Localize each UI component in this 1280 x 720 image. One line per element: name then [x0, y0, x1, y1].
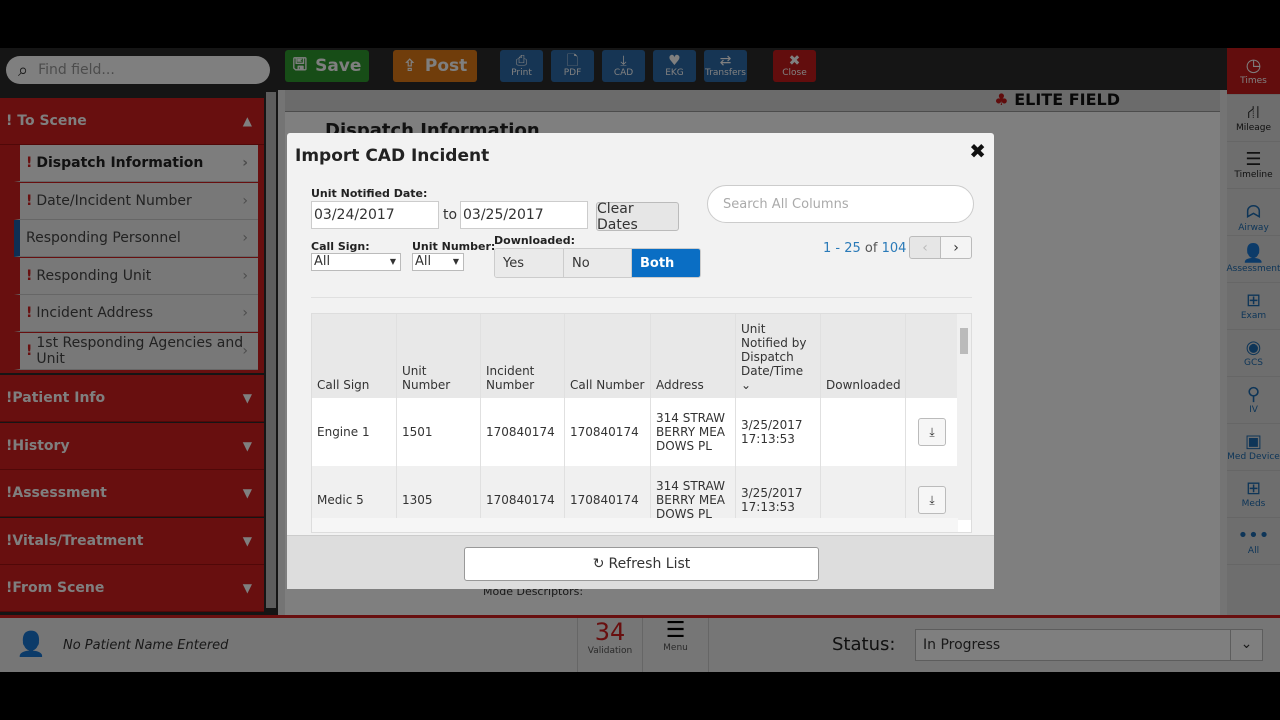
search-all-columns-input[interactable]: Search All Columns — [707, 185, 974, 223]
downloaded-yes[interactable]: Yes — [495, 249, 564, 277]
col-notified-datetime[interactable]: Unit Notified by Dispatch Date/Time ⌄ — [736, 314, 821, 398]
call-sign-label: Call Sign: — [311, 240, 370, 253]
col-incident-number[interactable]: Incident Number — [481, 314, 565, 398]
col-call-number[interactable]: Call Number — [565, 314, 651, 398]
sort-desc-icon: ⌄ — [741, 378, 752, 392]
download-row-button[interactable]: ⤓ — [918, 418, 946, 446]
cad-incident-table: Call Sign Unit Number Incident Number Ca… — [311, 313, 972, 533]
modal-title: Import CAD Incident — [295, 146, 490, 166]
col-address[interactable]: Address — [651, 314, 736, 398]
clear-dates-button[interactable]: Clear Dates — [596, 201, 679, 233]
col-downloaded[interactable]: Downloaded — [821, 314, 906, 398]
date-label: Unit Notified Date: — [311, 187, 428, 200]
table-row[interactable]: Engine 1 1501 170840174 170840174 314 ST… — [312, 398, 958, 466]
modal-close-icon[interactable]: ✖ — [969, 139, 986, 163]
downloaded-toggle: Yes No Both — [494, 248, 701, 278]
unit-number-select[interactable]: All ▼ — [412, 253, 464, 271]
table-vertical-scrollbar[interactable] — [957, 314, 971, 520]
downloaded-no[interactable]: No — [564, 249, 632, 277]
call-sign-select[interactable]: All ▼ — [311, 253, 401, 271]
prev-page-button[interactable]: ‹ — [909, 236, 941, 259]
table-header: Call Sign Unit Number Incident Number Ca… — [312, 314, 958, 398]
pagination-summary: 1 - 25 of 104 — [823, 241, 907, 256]
col-unit-number[interactable]: Unit Number — [397, 314, 481, 398]
refresh-list-button[interactable]: ↻ Refresh List — [464, 547, 819, 581]
unit-number-label: Unit Number: — [412, 240, 496, 253]
downloaded-label: Downloaded: — [494, 234, 576, 247]
refresh-icon: ↻ — [592, 556, 605, 572]
import-cad-modal: Import CAD Incident ✖ Unit Notified Date… — [287, 133, 994, 589]
downloaded-both[interactable]: Both — [632, 249, 700, 277]
col-call-sign[interactable]: Call Sign — [312, 314, 397, 398]
to-label: to — [443, 207, 458, 223]
next-page-button[interactable]: › — [940, 236, 972, 259]
date-from-input[interactable]: 03/24/2017 — [311, 201, 439, 229]
table-horizontal-scrollbar[interactable] — [312, 518, 958, 532]
date-to-input[interactable]: 03/25/2017 — [460, 201, 588, 229]
download-row-button[interactable]: ⤓ — [918, 486, 946, 514]
